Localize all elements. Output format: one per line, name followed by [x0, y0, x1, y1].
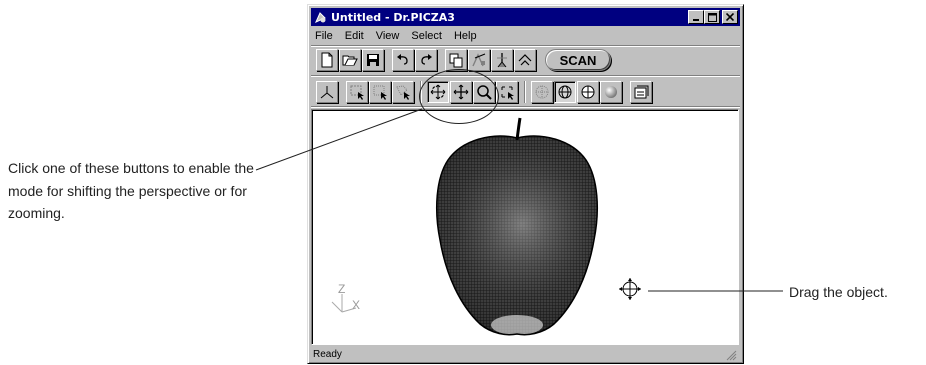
toolbar-separator-2	[311, 106, 740, 108]
close-button[interactable]	[722, 10, 738, 24]
select-free-button[interactable]	[369, 81, 391, 103]
settings-icon	[634, 85, 649, 99]
main-toolbar: SCAN	[311, 47, 740, 73]
title-bar[interactable]: Untitled - Dr.PICZA3	[311, 8, 740, 26]
resize-icon	[472, 53, 486, 67]
app-logo-icon	[313, 10, 327, 24]
mountain-icon	[518, 54, 532, 66]
copy-icon	[449, 53, 462, 67]
status-bar: Ready	[311, 347, 739, 361]
mountain-button[interactable]	[514, 49, 536, 71]
wireframe-display-button[interactable]	[554, 81, 576, 103]
polygon-display-icon	[581, 85, 595, 99]
modeling-icon	[497, 53, 507, 68]
shaded-display-icon	[605, 86, 617, 98]
wireframe-display-icon	[558, 85, 572, 99]
select-poly-button[interactable]	[392, 81, 414, 103]
polygon-display-button[interactable]	[577, 81, 599, 103]
mode-buttons-highlight	[419, 69, 499, 124]
3d-viewport[interactable]: Z X	[311, 109, 739, 345]
menu-view[interactable]: View	[370, 30, 406, 42]
perspective-button[interactable]	[316, 81, 338, 103]
menu-edit[interactable]: Edit	[339, 30, 370, 42]
axis-x-label: X	[352, 298, 361, 312]
move-cursor-icon	[617, 276, 643, 307]
axis-z-label: Z	[338, 282, 346, 296]
resize-grip-icon[interactable]	[725, 349, 737, 361]
minimize-button[interactable]	[688, 10, 704, 24]
redo-icon	[421, 54, 432, 65]
undo-icon	[397, 54, 408, 65]
fit-view-icon	[501, 86, 514, 100]
toolbar-separator	[311, 75, 740, 77]
copy-button[interactable]	[445, 49, 467, 71]
window-title: Untitled - Dr.PICZA3	[331, 10, 455, 24]
modeling-button[interactable]	[491, 49, 513, 71]
point-display-icon	[535, 85, 549, 99]
scan-button[interactable]: SCAN	[545, 49, 611, 71]
save-icon	[367, 54, 379, 66]
perspective-icon	[320, 86, 334, 99]
callout-drag-object: Drag the object.	[789, 284, 888, 300]
select-rect-icon	[350, 85, 364, 100]
select-free-icon	[373, 85, 387, 100]
open-file-icon	[342, 55, 358, 66]
status-text: Ready	[313, 348, 342, 360]
save-button[interactable]	[362, 49, 384, 71]
undo-button[interactable]	[392, 49, 414, 71]
select-rect-button[interactable]	[346, 81, 368, 103]
menu-help[interactable]: Help	[448, 30, 483, 42]
maximize-button[interactable]	[704, 10, 720, 24]
shaded-display-button[interactable]	[600, 81, 622, 103]
app-window: Untitled - Dr.PICZA3 File Edit View Sele…	[307, 4, 744, 364]
select-poly-icon	[396, 85, 410, 100]
redo-button[interactable]	[415, 49, 437, 71]
new-file-icon	[321, 52, 333, 68]
apple-wireframe-model[interactable]	[312, 110, 739, 345]
menu-select[interactable]: Select	[405, 30, 448, 42]
menu-file[interactable]: File	[311, 30, 339, 42]
settings-button[interactable]	[630, 81, 652, 103]
open-file-button[interactable]	[339, 49, 361, 71]
view-toolbar	[311, 79, 740, 105]
callout-shift-zoom: Click one of these buttons to enable the…	[8, 160, 254, 221]
point-display-button[interactable]	[531, 81, 553, 103]
resize-button[interactable]	[468, 49, 490, 71]
new-file-button[interactable]	[316, 49, 338, 71]
fit-view-button[interactable]	[496, 81, 518, 103]
menu-bar: File Edit View Select Help	[311, 27, 740, 45]
